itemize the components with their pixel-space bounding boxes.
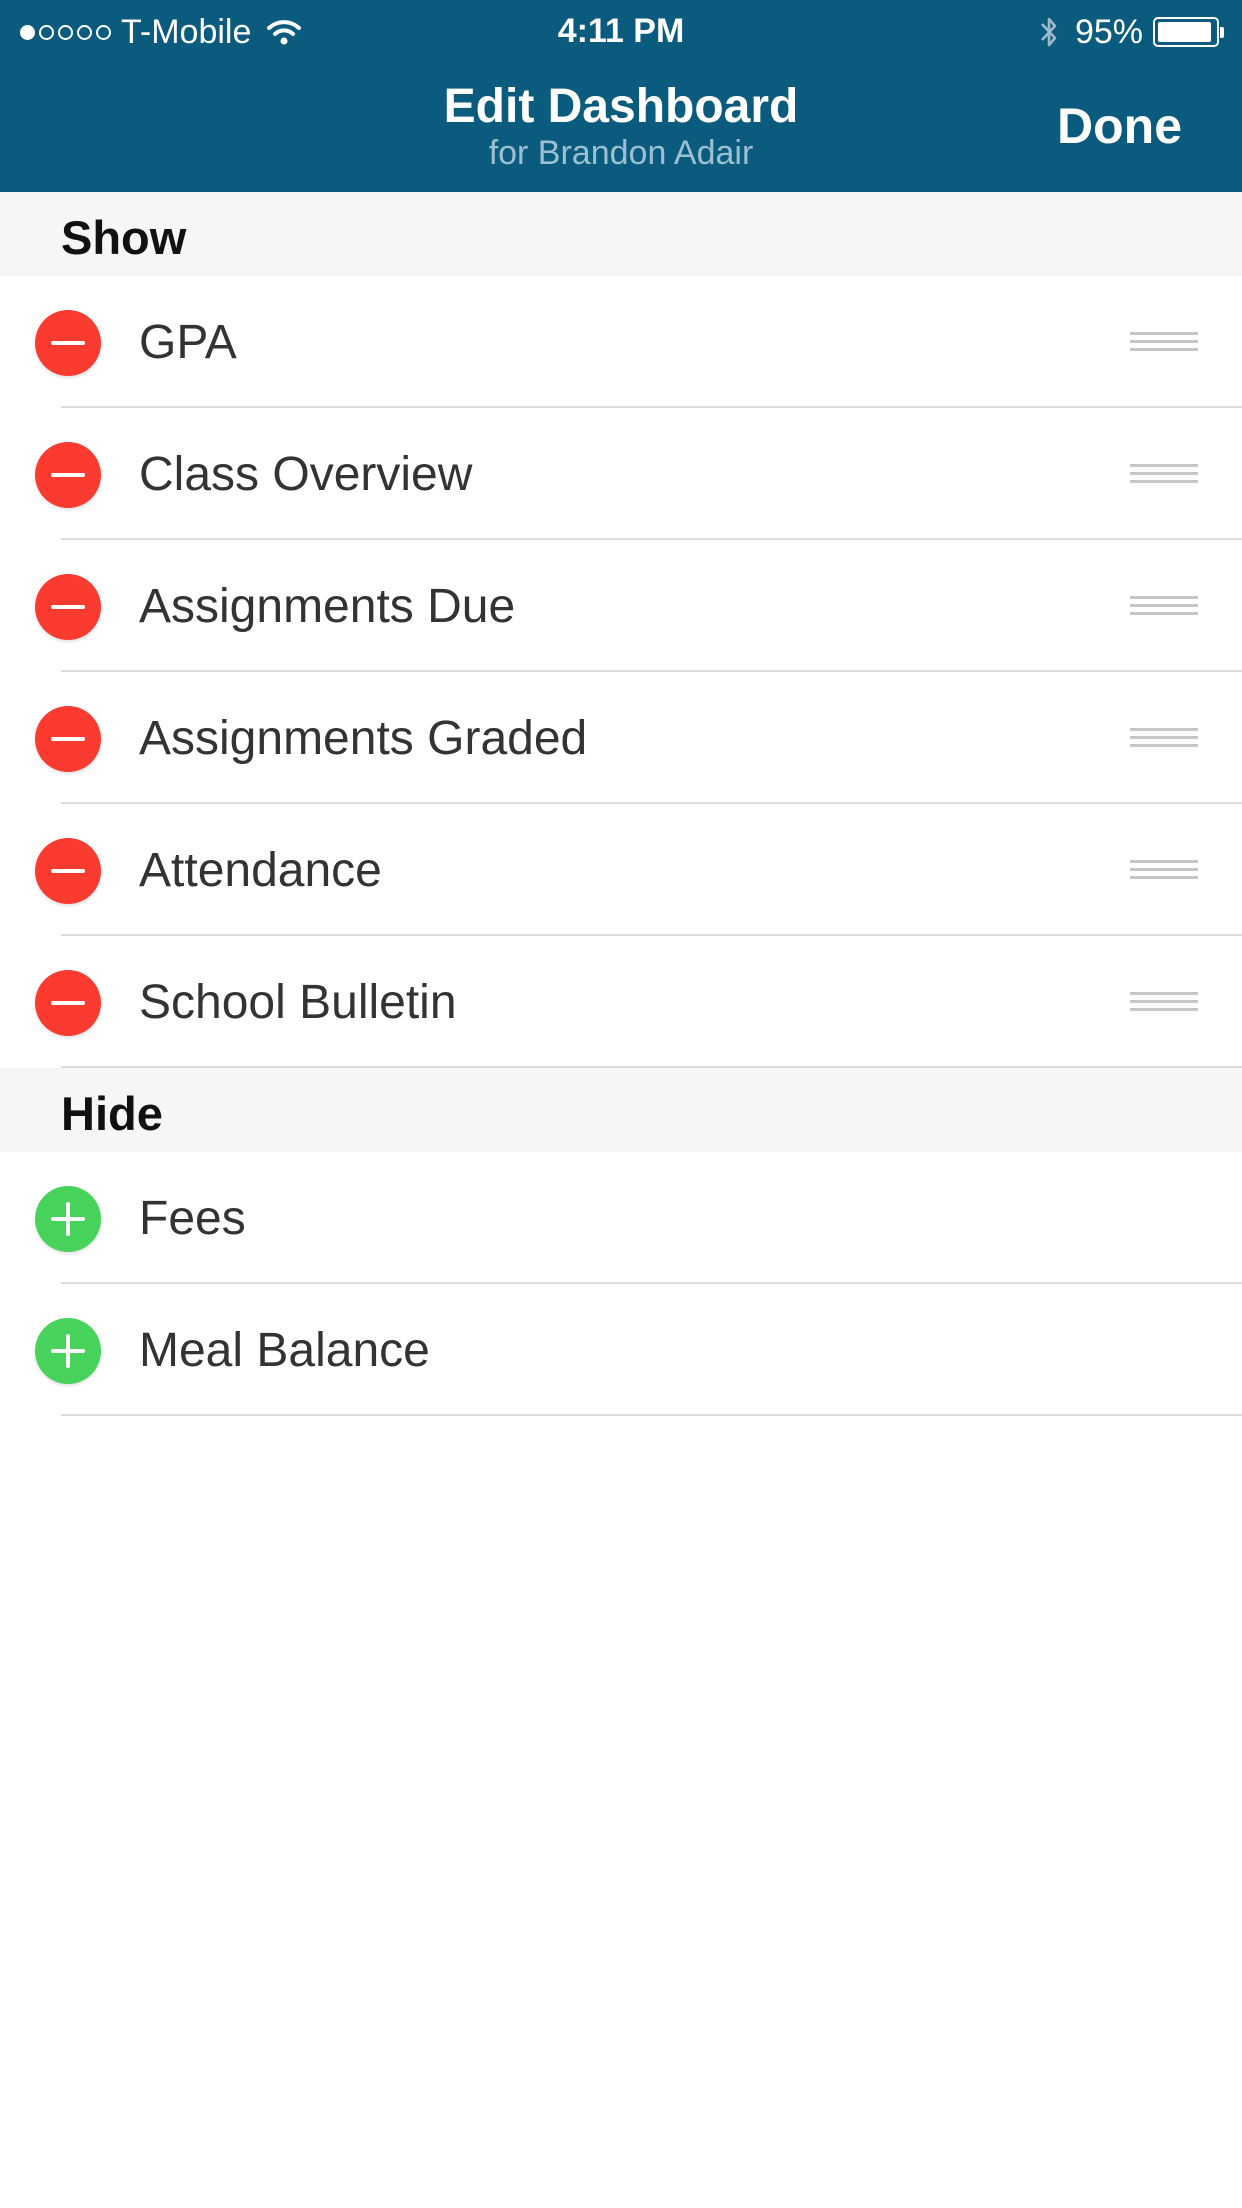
row-label: GPA (139, 316, 237, 369)
page-subtitle: for Brandon Adair (488, 134, 754, 172)
dashboard-row-fees: Fees (0, 1152, 1242, 1284)
row-label: Attendance (139, 844, 382, 897)
dashboard-row-gpa: GPA (0, 276, 1242, 408)
remove-gpa-button[interactable] (35, 310, 101, 376)
row-label: Fees (139, 1192, 246, 1245)
row-label: Assignments Due (139, 580, 516, 633)
done-button[interactable]: Done (1057, 97, 1182, 155)
battery-fill (1158, 22, 1212, 42)
reorder-handle-icon[interactable] (1130, 592, 1198, 620)
dashboard-row-attendance: Attendance (0, 804, 1242, 936)
page-title: Edit Dashboard (443, 80, 799, 133)
row-label: Class Overview (139, 448, 473, 501)
row-label: Assignments Graded (139, 712, 588, 765)
dashboard-row-assignments-graded: Assignments Graded (0, 672, 1242, 804)
add-meal-balance-button[interactable] (35, 1318, 101, 1384)
section-title: Hide (61, 1087, 163, 1140)
dashboard-row-class-overview: Class Overview (0, 408, 1242, 540)
remove-assignments-due-button[interactable] (35, 574, 101, 640)
remove-attendance-button[interactable] (35, 838, 101, 904)
status-bar: T-Mobile 4:11 PM 95% (0, 0, 1242, 62)
reorder-handle-icon[interactable] (1130, 856, 1198, 884)
dashboard-row-assignments-due: Assignments Due (0, 540, 1242, 672)
status-right: 95% (1039, 12, 1224, 52)
reorder-handle-icon[interactable] (1130, 988, 1198, 1016)
header: T-Mobile 4:11 PM 95% Edit Dashboard for … (0, 0, 1242, 192)
battery-percent: 95% (1074, 13, 1143, 51)
reorder-handle-icon[interactable] (1130, 460, 1198, 488)
remove-school-bulletin-button[interactable] (35, 970, 101, 1036)
dashboard-row-meal-balance: Meal Balance (0, 1284, 1242, 1416)
battery-icon (1153, 17, 1224, 47)
remove-assignments-graded-button[interactable] (35, 706, 101, 772)
dashboard-row-school-bulletin: School Bulletin (0, 936, 1242, 1068)
bluetooth-icon (1040, 17, 1057, 47)
remove-class-overview-button[interactable] (35, 442, 101, 508)
section-header-show: Show (0, 192, 1242, 276)
section-title: Show (61, 211, 187, 264)
reorder-handle-icon[interactable] (1130, 724, 1198, 752)
row-label: School Bulletin (139, 976, 457, 1029)
row-label: Meal Balance (139, 1324, 430, 1377)
reorder-handle-icon[interactable] (1130, 328, 1198, 356)
section-header-hide: Hide (0, 1068, 1242, 1152)
add-fees-button[interactable] (35, 1186, 101, 1252)
